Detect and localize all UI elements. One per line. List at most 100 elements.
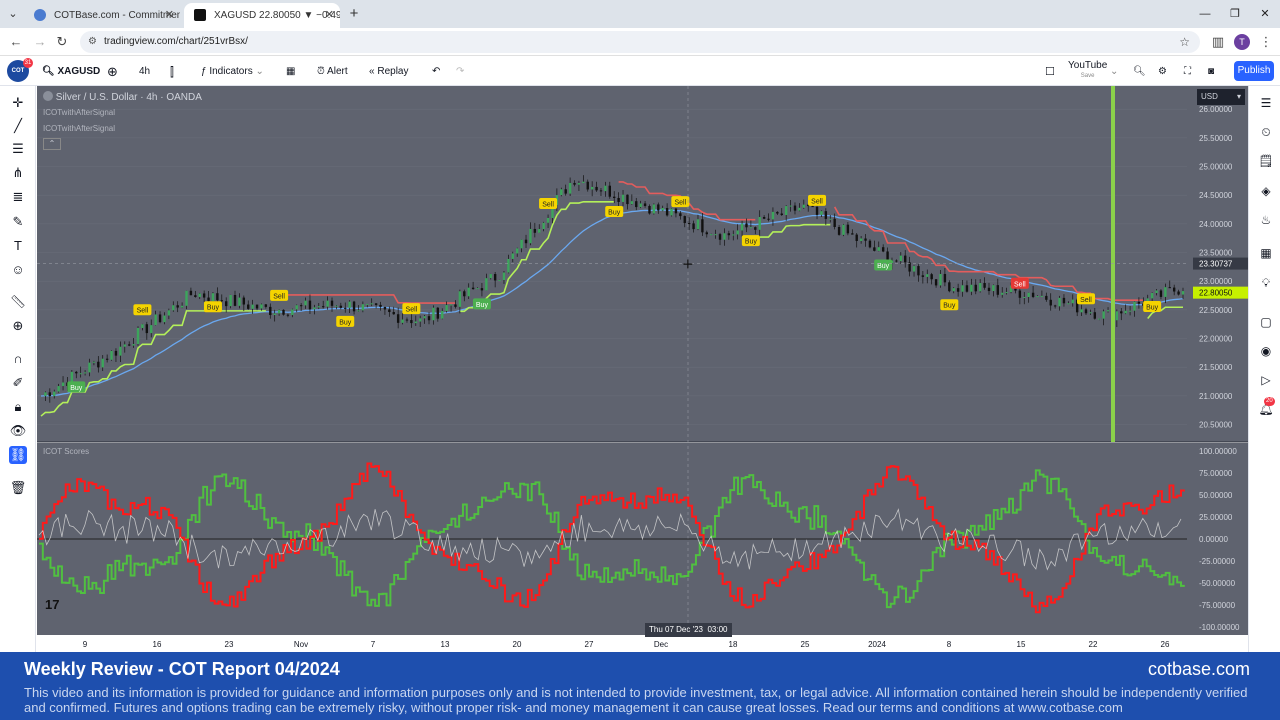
new-tab-icon[interactable]: + [344,3,364,25]
currency-select[interactable]: USD ▾ [1197,89,1245,105]
candle-body [635,201,638,208]
signal-label: Buy [608,209,621,216]
time-tick-label: 16 [153,640,162,649]
horizontal-lines-icon[interactable]: ☰ [9,140,27,158]
symbol-search-button[interactable]: 🔍︎ XAGUSD [42,64,100,80]
chart-area[interactable]: 26.00000 25.50000 25.00000 24.50000 24.00000… [37,86,1248,652]
url-input[interactable]: ⚙ tradingview.com/chart/251vrBsx/ ☆ [80,31,1200,53]
candle-body [1172,287,1176,292]
trash-icon[interactable]: 🗑︎ [9,479,27,497]
alert-button[interactable]: ⏰︎ Alert [317,64,348,80]
tab-search-icon[interactable]: ⌄ [4,5,22,23]
tab-cotbase[interactable]: COTBase.com - Commitments o ✕ [24,3,180,28]
collapse-legend-icon[interactable]: ⌃ [43,138,61,150]
compare-symbol-icon[interactable]: ⊕ [107,64,118,80]
streams-icon[interactable]: ◉ [1257,342,1275,360]
news-icon[interactable]: 🗒︎ [1257,152,1275,170]
candle-body [313,307,316,310]
close-tab-icon[interactable]: ✕ [165,3,174,28]
pitchfork-icon[interactable]: ⋔ [9,164,27,182]
candle-body [895,260,898,262]
pane2-title[interactable]: ICOT Scores [43,447,89,456]
layers-icon[interactable]: ◈ [1257,182,1275,200]
brush-icon[interactable]: ✎ [9,213,27,231]
signal-label: Sell [811,198,823,205]
symbol-label: XAGUSD [57,66,101,77]
candle-body [1067,303,1070,305]
candle-body [150,325,153,334]
emoji-icon[interactable]: ☺ [9,261,27,279]
snapshot-camera-icon[interactable]: ◙ [1208,64,1214,80]
minimize-icon[interactable]: — [1190,4,1220,24]
reload-icon[interactable]: ↻ [52,32,72,52]
fib-retracement-icon[interactable]: ≣ [9,188,27,206]
playback-icon[interactable]: ▷ [1257,371,1275,389]
candle-body [44,392,47,397]
indicators-button[interactable]: ƒ Indicators ⌄ [201,64,264,80]
candle-body [388,309,391,313]
profile-avatar[interactable]: T [1234,34,1250,50]
tab-tradingview[interactable]: XAGUSD 22.80050 ▼ −0.49% U ✕ [184,3,340,28]
time-tick-label: 25 [801,640,810,649]
bookmark-star-icon[interactable]: ☆ [1179,31,1190,53]
hotlist-fire-icon[interactable]: ♨ [1257,211,1275,229]
menu-kebab-icon[interactable]: ⋮ [1256,32,1276,52]
site-info-icon[interactable]: ⚙ [88,31,97,53]
fullscreen-icon[interactable]: ⛶ [1184,64,1191,80]
candle-body [489,274,492,279]
trend-line-icon[interactable]: ╱ [9,117,27,135]
candle-body [97,361,100,368]
forward-icon[interactable]: → [30,32,50,52]
chart-canvas[interactable]: 26.00000 25.50000 25.00000 24.50000 24.00000… [37,86,1248,652]
alerts-clock-icon[interactable]: ⏲︎ [1257,123,1275,141]
stay-in-drawing-icon[interactable]: ✐ [9,374,27,392]
candle-body [326,300,329,307]
candle-body [163,315,166,323]
signal-label: Buy [207,305,220,312]
candle-body [185,290,188,306]
candle-body [917,266,920,276]
close-tab-icon[interactable]: ✕ [325,3,334,28]
settings-gear-icon[interactable]: ⚙ [1158,64,1167,80]
redo-icon[interactable]: ↷ [456,64,464,80]
chevron-down-icon[interactable]: ⌄ [1110,64,1118,80]
signal-label: Sell [137,308,149,315]
candle-body [75,371,78,374]
interval-button[interactable]: 4h [139,64,150,80]
indicator-legend-1[interactable]: ICOTwithAfterSignal [43,108,115,117]
quick-search-icon[interactable]: 🔍︎ [1133,64,1146,80]
sidebar-icon[interactable]: ▥ [1208,32,1228,52]
candle-body [299,305,303,307]
ruler-icon[interactable]: 📏︎ [9,293,27,311]
layouts-icon[interactable]: ▦ [286,64,295,80]
layout-checkbox-icon[interactable]: ☐ [1045,64,1055,80]
candle-body [851,233,854,235]
signal-label: Sell [273,293,285,300]
lock-icon[interactable]: 🔒︎ [9,398,27,416]
candle-body [546,217,550,223]
candle-body [48,392,52,397]
layout-save-state: Save [1080,73,1095,79]
ideas-bulb-icon[interactable]: 💡︎ [1257,274,1275,292]
chat-icon[interactable]: ▢ [1257,313,1275,331]
back-icon[interactable]: ← [6,32,26,52]
indicator-legend-2[interactable]: ICOTwithAfterSignal [43,124,115,133]
undo-icon[interactable]: ↶ [432,64,440,80]
text-tool-icon[interactable]: T [9,237,27,255]
restore-icon[interactable]: ❐ [1220,4,1250,24]
magnet-icon[interactable]: ∩ [9,350,27,368]
watchlist-icon[interactable]: ☰ [1257,94,1275,112]
close-window-icon[interactable]: ✕ [1250,4,1280,24]
publish-button[interactable]: Publish [1234,61,1274,81]
eye-icon[interactable]: 👁︎ [9,422,27,440]
candle-body [1098,318,1101,320]
layout-name-button[interactable]: YouTube Save [1068,60,1107,82]
candles-icon[interactable]: ⫿ [170,64,174,80]
candle-body [956,288,960,292]
candle-body [449,304,453,306]
crosshair-icon[interactable]: ✛ [9,94,27,112]
zoom-in-icon[interactable]: ⊕ [9,317,27,335]
calendar-icon[interactable]: ▦ [1257,244,1275,262]
sync-drawings-icon[interactable]: ⛓ [9,446,27,464]
replay-button[interactable]: « Replay [369,64,408,80]
